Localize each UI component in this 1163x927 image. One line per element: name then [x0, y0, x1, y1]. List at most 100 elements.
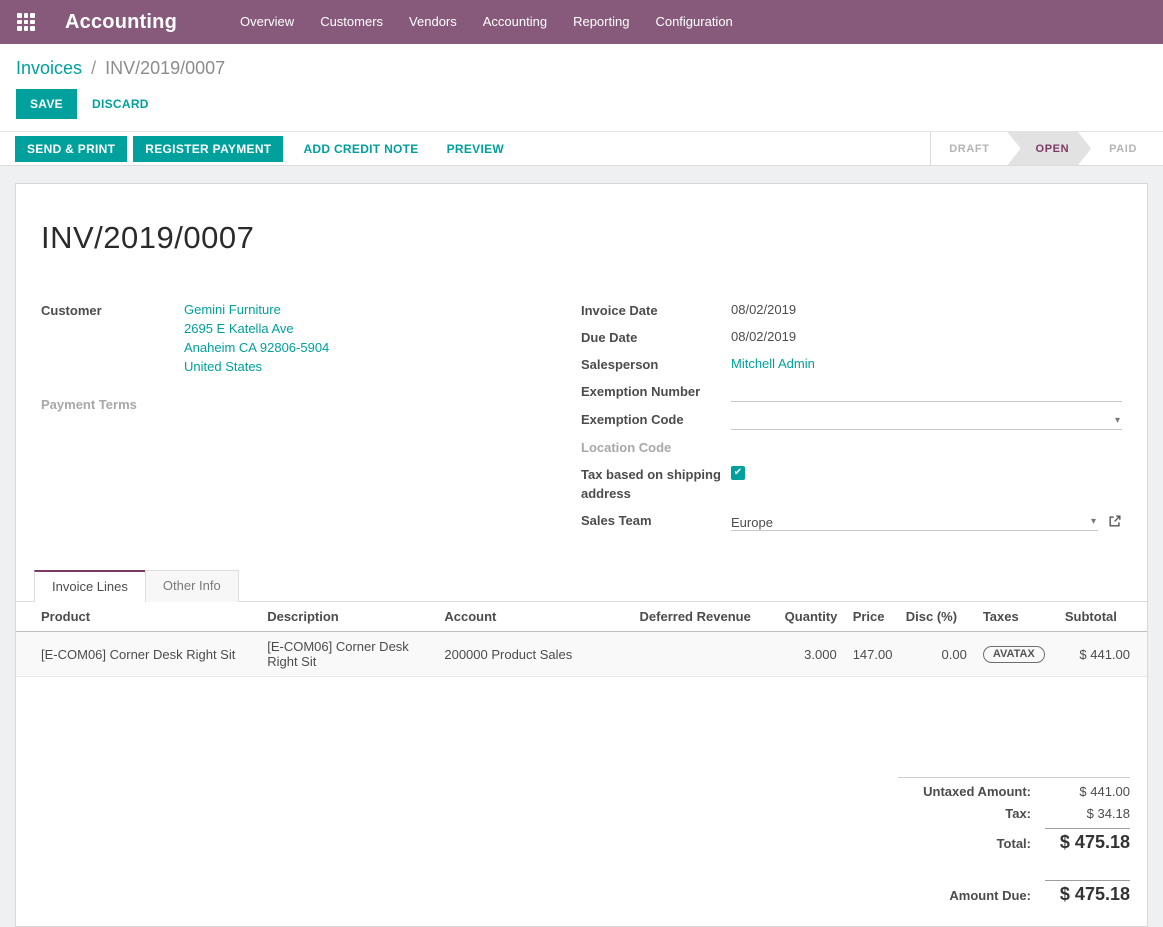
register-payment-button[interactable]: REGISTER PAYMENT — [133, 136, 283, 162]
cell-description[interactable]: [E-COM06] Corner Desk Right Sit — [259, 632, 436, 677]
amount-due-block: Amount Due: $ 475.18 — [898, 880, 1130, 905]
invoice-number-title: INV/2019/0007 — [41, 220, 1122, 256]
total-value: $ 475.18 — [1045, 828, 1130, 853]
invoice-line-row[interactable]: [E-COM06] Corner Desk Right Sit [E-COM06… — [16, 632, 1147, 677]
cell-price[interactable]: 147.00 — [845, 632, 898, 677]
payment-terms-field-row: Payment Terms — [41, 394, 581, 414]
cell-taxes[interactable]: AVATAX — [975, 632, 1057, 677]
apps-grid-icon[interactable] — [17, 13, 35, 31]
status-draft[interactable]: DRAFT — [931, 132, 1007, 165]
invoice-date-row: Invoice Date 08/02/2019 — [581, 300, 1122, 320]
column-header-description[interactable]: Description — [259, 602, 436, 632]
menu-item-accounting[interactable]: Accounting — [470, 0, 560, 44]
exemption-code-row: Exemption Code ▾ — [581, 409, 1122, 430]
table-header-row: Product Description Account Deferred Rev… — [16, 602, 1147, 632]
tax-shipping-checkbox[interactable]: ✔ — [731, 466, 745, 480]
column-header-price[interactable]: Price — [845, 602, 898, 632]
untaxed-amount-row: Untaxed Amount: $ 441.00 — [898, 784, 1130, 799]
status-pipeline: DRAFT OPEN PAID — [930, 132, 1163, 165]
chevron-down-icon[interactable]: ▾ — [1113, 413, 1122, 429]
invoice-date-value[interactable]: 08/02/2019 — [731, 300, 1122, 320]
field-group-left: Customer Gemini Furniture 2695 E Katella… — [41, 300, 581, 538]
untaxed-amount-label: Untaxed Amount: — [898, 784, 1045, 799]
column-header-quantity[interactable]: Quantity — [777, 602, 845, 632]
payment-terms-label: Payment Terms — [41, 394, 184, 414]
menu-item-configuration[interactable]: Configuration — [642, 0, 745, 44]
external-link-icon[interactable] — [1108, 514, 1122, 531]
customer-value: Gemini Furniture 2695 E Katella Ave Anah… — [184, 300, 581, 376]
untaxed-amount-value: $ 441.00 — [1045, 784, 1130, 799]
menu-item-overview[interactable]: Overview — [227, 0, 307, 44]
customer-street-link[interactable]: 2695 E Katella Ave — [184, 319, 581, 338]
cell-subtotal[interactable]: $ 441.00 — [1057, 632, 1147, 677]
notebook: Invoice Lines Other Info Product Descrip… — [16, 570, 1147, 905]
breadcrumb-invoices-link[interactable]: Invoices — [16, 58, 82, 78]
tax-shipping-row: Tax based on shipping address ✔ — [581, 464, 1122, 503]
invoice-date-label: Invoice Date — [581, 300, 731, 320]
preview-button[interactable]: PREVIEW — [433, 136, 518, 162]
totals-block: Untaxed Amount: $ 441.00 Tax: $ 34.18 To… — [898, 777, 1130, 853]
status-open[interactable]: OPEN — [1008, 132, 1092, 165]
avatax-badge[interactable]: AVATAX — [983, 646, 1045, 663]
sales-team-label: Sales Team — [581, 510, 731, 531]
field-group-right: Invoice Date 08/02/2019 Due Date 08/02/2… — [581, 300, 1122, 538]
location-code-value[interactable] — [731, 437, 1122, 457]
cell-account[interactable]: 200000 Product Sales — [436, 632, 631, 677]
cell-deferred-revenue[interactable] — [632, 632, 777, 677]
cell-disc[interactable]: 0.00 — [898, 632, 975, 677]
customer-label: Customer — [41, 300, 184, 376]
breadcrumb-current: INV/2019/0007 — [105, 58, 225, 78]
sales-team-select[interactable]: Europe ▾ — [731, 510, 1098, 531]
breadcrumb: Invoices / INV/2019/0007 — [16, 56, 1147, 80]
customer-country-link[interactable]: United States — [184, 357, 581, 376]
breadcrumb-separator: / — [87, 58, 100, 78]
status-paid[interactable]: PAID — [1091, 132, 1155, 165]
payment-terms-value[interactable] — [184, 394, 581, 414]
add-credit-note-button[interactable]: ADD CREDIT NOTE — [289, 136, 432, 162]
exemption-number-label: Exemption Number — [581, 381, 731, 402]
column-header-subtotal[interactable]: Subtotal — [1057, 602, 1147, 632]
column-header-taxes[interactable]: Taxes — [975, 602, 1057, 632]
empty-lines-area[interactable] — [16, 677, 1147, 777]
tab-other-info[interactable]: Other Info — [145, 570, 239, 602]
tab-invoice-lines[interactable]: Invoice Lines — [34, 570, 146, 602]
tax-label: Tax: — [898, 806, 1045, 821]
salesperson-row: Salesperson Mitchell Admin — [581, 354, 1122, 374]
column-header-disc[interactable]: Disc (%) — [898, 602, 975, 632]
salesperson-link[interactable]: Mitchell Admin — [731, 354, 1122, 374]
column-header-account[interactable]: Account — [436, 602, 631, 632]
salesperson-label: Salesperson — [581, 354, 731, 374]
cell-quantity[interactable]: 3.000 — [777, 632, 845, 677]
sales-team-row: Sales Team Europe ▾ — [581, 510, 1122, 531]
cell-product[interactable]: [E-COM06] Corner Desk Right Sit — [16, 632, 259, 677]
column-header-deferred-revenue[interactable]: Deferred Revenue — [632, 602, 777, 632]
invoice-lines-table: Product Description Account Deferred Rev… — [16, 602, 1147, 677]
control-panel: Invoices / INV/2019/0007 SAVE DISCARD — [0, 44, 1163, 132]
customer-city-link[interactable]: Anaheim CA 92806-5904 — [184, 338, 581, 357]
column-header-product[interactable]: Product — [16, 602, 259, 632]
exemption-number-input[interactable] — [731, 381, 1122, 402]
chevron-down-icon[interactable]: ▾ — [1089, 514, 1098, 530]
exemption-code-label: Exemption Code — [581, 409, 731, 430]
exemption-code-select[interactable]: ▾ — [731, 409, 1122, 430]
location-code-label: Location Code — [581, 437, 731, 457]
tax-shipping-label: Tax based on shipping address — [581, 464, 731, 503]
menu-item-reporting[interactable]: Reporting — [560, 0, 642, 44]
statusbar-actions: SEND & PRINT REGISTER PAYMENT ADD CREDIT… — [0, 132, 518, 165]
top-navbar: Accounting Overview Customers Vendors Ac… — [0, 0, 1163, 44]
save-button[interactable]: SAVE — [16, 89, 77, 119]
menu-item-vendors[interactable]: Vendors — [396, 0, 470, 44]
discard-button[interactable]: DISCARD — [77, 89, 164, 119]
due-date-label: Due Date — [581, 327, 731, 347]
tax-value: $ 34.18 — [1045, 806, 1130, 821]
tax-shipping-value: ✔ — [731, 464, 1122, 503]
sales-team-value-wrap: Europe ▾ — [731, 510, 1122, 531]
menu-item-customers[interactable]: Customers — [307, 0, 396, 44]
send-print-button[interactable]: SEND & PRINT — [15, 136, 127, 162]
statusbar: SEND & PRINT REGISTER PAYMENT ADD CREDIT… — [0, 132, 1163, 166]
main-content: INV/2019/0007 Customer Gemini Furniture … — [0, 166, 1163, 927]
customer-field-row: Customer Gemini Furniture 2695 E Katella… — [41, 300, 581, 376]
exemption-number-row: Exemption Number — [581, 381, 1122, 402]
due-date-value[interactable]: 08/02/2019 — [731, 327, 1122, 347]
customer-name-link[interactable]: Gemini Furniture — [184, 300, 581, 319]
